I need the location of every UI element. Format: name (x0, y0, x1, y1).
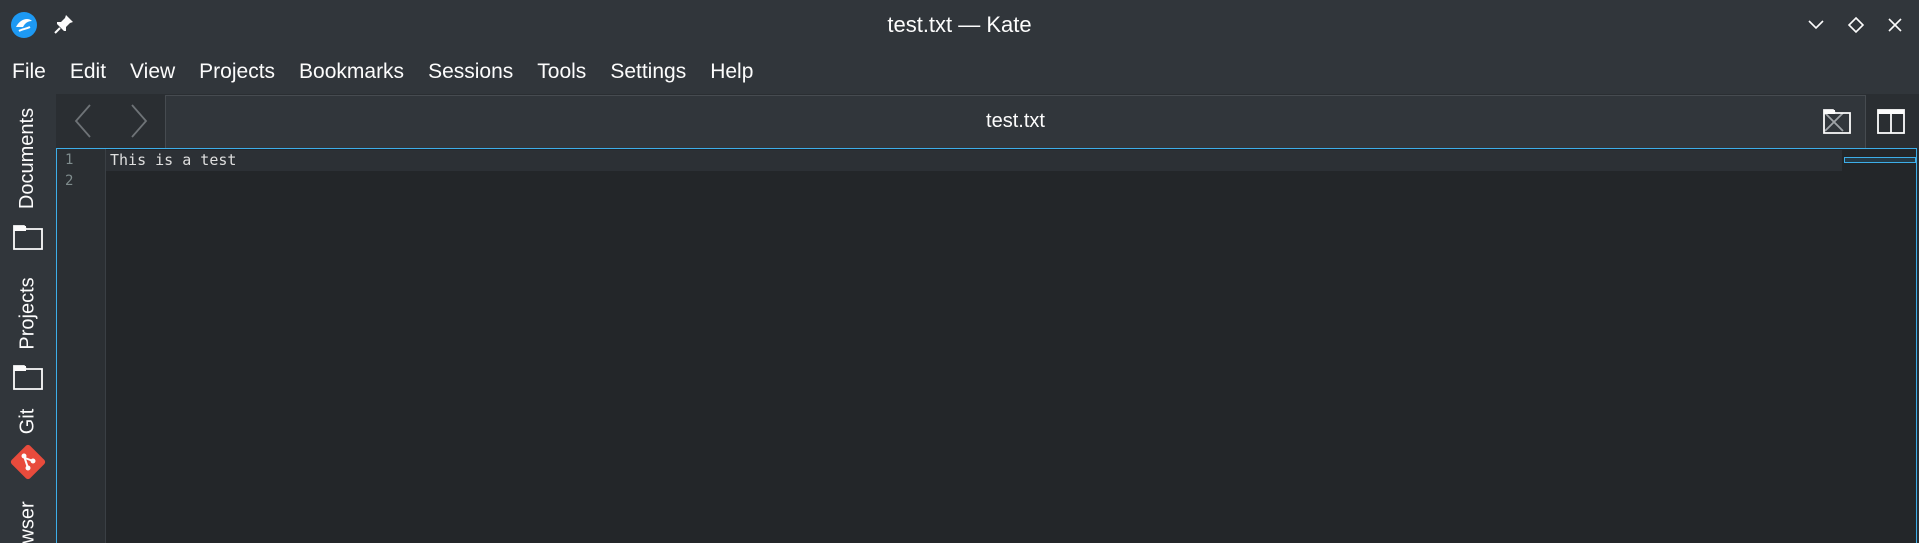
line-number-gutter[interactable]: 1 2 (57, 149, 106, 543)
line-number: 1 (65, 152, 74, 168)
pin-icon[interactable] (52, 12, 76, 36)
minimize-button[interactable] (1803, 12, 1829, 38)
sidebar-tab-projects[interactable]: Projects (0, 262, 56, 364)
sidebar-documents-label: Documents (16, 107, 39, 209)
minimap-viewport[interactable] (1844, 157, 1916, 163)
chevron-right-icon (131, 104, 148, 138)
menu-sessions[interactable]: Sessions (416, 50, 525, 94)
git-icon[interactable] (8, 442, 48, 482)
sidebar-tab-filesystem-browser[interactable]: wser (0, 492, 56, 543)
sidebar-browser-label: wser (16, 500, 39, 543)
back-button[interactable] (66, 102, 102, 140)
menu-bar: File Edit View Projects Bookmarks Sessio… (0, 50, 1919, 94)
chevron-left-icon (74, 104, 91, 138)
menu-view[interactable]: View (118, 50, 187, 94)
menu-help[interactable]: Help (698, 50, 765, 94)
sidebar-git-label: Git (16, 408, 39, 434)
tab-label: test.txt (986, 110, 1045, 132)
tab-test-txt[interactable]: test.txt (165, 95, 1866, 148)
editor-view[interactable]: 1 2 This is a test (56, 148, 1917, 543)
close-window-button[interactable] (1882, 12, 1908, 38)
code-line[interactable]: This is a test (110, 150, 236, 171)
menu-file[interactable]: File (0, 50, 58, 94)
split-view-icon (1877, 109, 1905, 134)
line-number: 2 (65, 173, 74, 189)
maximize-button[interactable] (1843, 12, 1869, 38)
sidebar-tab-git[interactable]: Git (0, 398, 56, 444)
minimap-scrollbar[interactable] (1842, 149, 1916, 543)
split-view-button[interactable] (1874, 104, 1908, 138)
menu-tools[interactable]: Tools (525, 50, 598, 94)
window-title: test.txt — Kate (887, 12, 1032, 37)
chevron-down-icon (1808, 20, 1824, 30)
folder-tab-icon (1823, 109, 1851, 134)
kate-app-icon[interactable] (10, 11, 38, 39)
title-bar: test.txt — Kate (0, 0, 1919, 50)
kate-window: test.txt — Kate File Edit View Projects … (0, 0, 1919, 543)
sidebar-tab-documents[interactable]: Documents (0, 100, 56, 216)
diamond-icon (1847, 16, 1865, 34)
tab-bar: test.txt (56, 94, 1919, 148)
folder-icon[interactable] (13, 222, 43, 252)
close-icon (1888, 18, 1902, 32)
current-line-highlight (106, 150, 1898, 171)
menu-projects[interactable]: Projects (187, 50, 287, 94)
menu-edit[interactable]: Edit (58, 50, 118, 94)
menu-settings[interactable]: Settings (598, 50, 698, 94)
folder-icon[interactable] (13, 362, 43, 392)
quick-open-button[interactable] (1820, 104, 1854, 138)
left-sidebar: Documents Projects Git wser (0, 94, 56, 543)
forward-button[interactable] (120, 102, 156, 140)
sidebar-projects-label: Projects (16, 276, 39, 350)
menu-bookmarks[interactable]: Bookmarks (287, 50, 416, 94)
